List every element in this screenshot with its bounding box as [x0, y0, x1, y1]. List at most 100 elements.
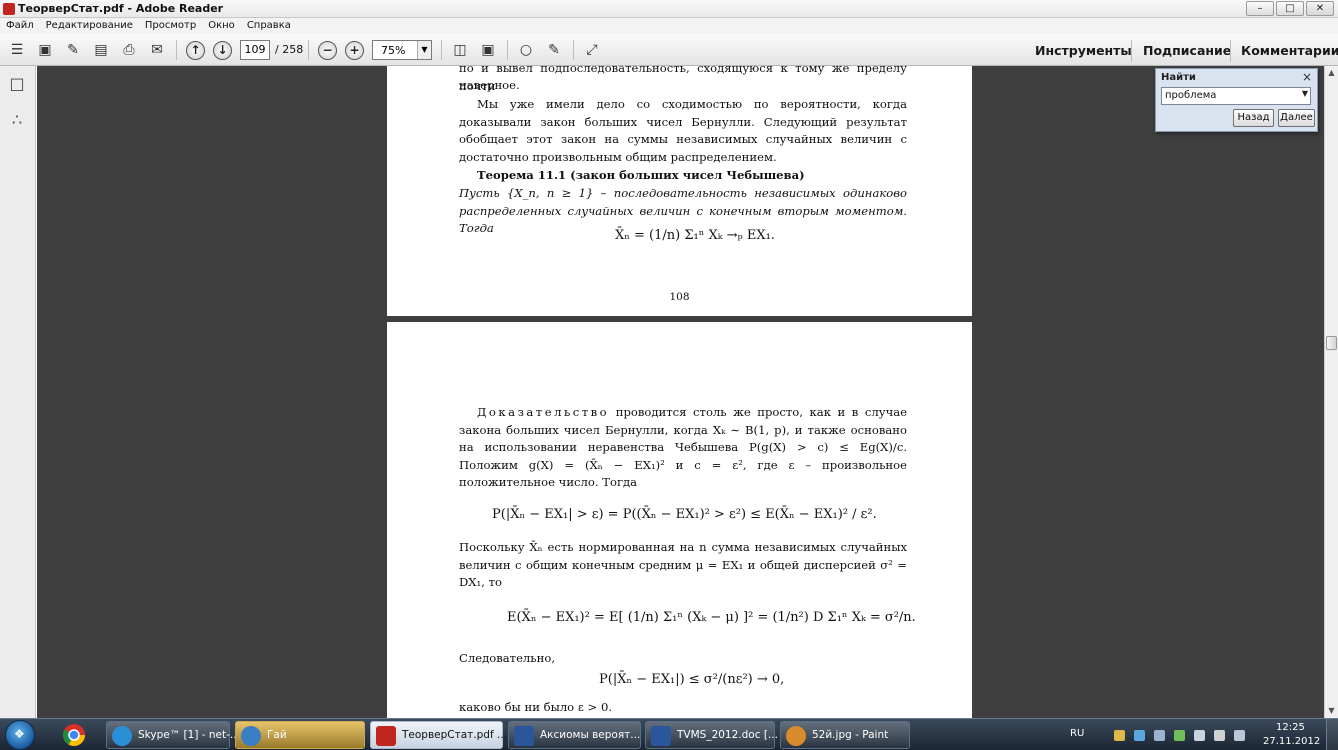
tab-comments[interactable]: Комментарии	[1241, 43, 1338, 58]
tray-app-icon[interactable]	[1114, 730, 1125, 741]
close-icon[interactable]: ×	[1302, 70, 1312, 84]
taskbar: ❖ Skype™ [1] - net-... Гай ТеорверСтат.p…	[0, 718, 1338, 750]
navigation-pane: □ ∴	[0, 66, 36, 718]
previous-page-button[interactable]: ↑	[186, 41, 205, 60]
text-line: наверное.	[459, 78, 520, 92]
chrome-logo-icon	[63, 724, 85, 746]
chat-icon	[241, 726, 261, 746]
find-panel: Найти × проблема ▼ Назад Далее	[1155, 68, 1318, 132]
chevron-down-icon[interactable]: ▼	[1302, 89, 1308, 98]
toolbar: ☰ ▣ ✎ ▤ ⎙ ✉ ↑ ↓ − + ◫ ▣ ○ ✎ ⤢	[0, 34, 1338, 66]
clock-date[interactable]: 27.11.2012	[1263, 736, 1320, 747]
create-pdf-icon[interactable]: ☰	[6, 40, 28, 60]
minimize-button[interactable]: –	[1246, 1, 1274, 16]
scroll-mode-icon[interactable]: ◫	[449, 40, 471, 60]
show-desktop-button[interactable]	[1326, 719, 1338, 750]
tab-tools[interactable]: Инструменты	[1035, 43, 1132, 58]
toolbar-divider	[1131, 40, 1132, 62]
toolbar-divider	[441, 40, 442, 60]
word-icon	[651, 726, 671, 746]
toolbar-divider	[507, 40, 508, 60]
page-thumbnails-icon[interactable]: □	[8, 74, 26, 94]
tray-app-icon[interactable]	[1174, 730, 1185, 741]
taskbar-paint[interactable]: 52й.jpg - Paint	[780, 721, 910, 749]
combine-files-icon[interactable]: ▣	[34, 40, 56, 60]
adobe-reader-window: ТеорверСтат.pdf - Adobe Reader – □ ✕ Фай…	[0, 0, 1338, 750]
language-indicator[interactable]: RU	[1070, 728, 1084, 739]
tray-app-icon[interactable]	[1154, 730, 1165, 741]
scroll-up-icon[interactable]: ▲	[1325, 66, 1338, 80]
paint-icon	[786, 726, 806, 746]
volume-icon[interactable]	[1234, 730, 1245, 741]
paragraph: Доказательство проводится столь же прост…	[459, 404, 907, 492]
tray-app-icon[interactable]	[1194, 730, 1205, 741]
page-number-input[interactable]: 109	[240, 40, 270, 60]
formula: E(X̄ₙ − EX₁)² = E[ (1/n) Σ₁ⁿ (Xₖ − μ) ]²…	[507, 610, 916, 625]
document-view[interactable]: по и вывел подпоследовательность, сходящ…	[37, 66, 1324, 718]
start-button[interactable]: ❖	[5, 720, 35, 750]
clock-time[interactable]: 12:25	[1276, 722, 1305, 733]
toolbar-divider	[1230, 40, 1231, 62]
scroll-down-icon[interactable]: ▼	[1325, 704, 1338, 718]
zoom-out-button[interactable]: −	[318, 41, 337, 60]
taskbar-word-doc-2[interactable]: TVMS_2012.doc [...	[645, 721, 778, 749]
formula: P(|X̄ₙ − EX₁|) ≤ σ²/(nε²) → 0,	[599, 672, 785, 687]
paragraph: Следовательно,	[459, 651, 555, 665]
vertical-scrollbar[interactable]: ▲ ▼	[1324, 66, 1338, 718]
menu-file[interactable]: Файл	[0, 18, 40, 34]
taskbar-label: ТеорверСтат.pdf ...	[402, 729, 507, 741]
menu-edit[interactable]: Редактирование	[40, 18, 139, 34]
find-previous-button[interactable]: Назад	[1233, 109, 1274, 127]
tray-skype-icon[interactable]	[1134, 730, 1145, 741]
maximize-button[interactable]: □	[1276, 1, 1304, 16]
word-icon	[514, 726, 534, 746]
toolbar-divider	[308, 40, 309, 60]
title-bar: ТеорверСтат.pdf - Adobe Reader – □ ✕	[0, 0, 1338, 18]
zoom-select[interactable]: 75% ▼	[372, 40, 432, 60]
edit-pdf-icon[interactable]: ✎	[62, 40, 84, 60]
menu-help[interactable]: Справка	[241, 18, 297, 34]
chevron-down-icon[interactable]: ▼	[417, 41, 431, 59]
next-page-button[interactable]: ↓	[213, 41, 232, 60]
proof-word: Доказательство	[477, 405, 610, 419]
paragraph: Поскольку X̄ₙ есть нормированная на n су…	[459, 540, 907, 589]
network-icon[interactable]	[1214, 730, 1225, 741]
chrome-icon[interactable]	[55, 722, 99, 749]
taskbar-label: Гай	[267, 729, 287, 741]
window-title: ТеорверСтат.pdf - Adobe Reader	[18, 2, 224, 15]
search-input[interactable]: проблема ▼	[1161, 87, 1311, 105]
zoom-value: 75%	[381, 44, 406, 57]
theorem-title: Теорема 11.1 (закон больших чисел Чебыше…	[477, 168, 805, 182]
highlight-icon[interactable]: ✎	[543, 40, 565, 60]
save-icon[interactable]: ▤	[90, 40, 112, 60]
taskbar-skype[interactable]: Skype™ [1] - net-...	[106, 721, 240, 749]
taskbar-gai[interactable]: Гай	[235, 721, 365, 749]
pdf-page-108: по и вывел подпоследовательность, сходящ…	[387, 66, 972, 316]
full-screen-icon[interactable]: ⤢	[581, 40, 603, 60]
pdf-icon	[376, 726, 396, 746]
taskbar-label: Аксиомы вероят...	[540, 729, 641, 741]
print-icon[interactable]: ⎙	[118, 40, 140, 60]
zoom-in-button[interactable]: +	[345, 41, 364, 60]
menu-view[interactable]: Просмотр	[139, 18, 202, 34]
taskbar-word-doc-1[interactable]: Аксиомы вероят...	[508, 721, 641, 749]
pdf-page-109: Доказательство проводится столь же прост…	[387, 322, 972, 718]
comment-icon[interactable]: ○	[515, 40, 537, 60]
taskbar-adobe-reader[interactable]: ТеорверСтат.pdf ...	[370, 721, 507, 749]
tab-sign[interactable]: Подписание	[1143, 43, 1231, 58]
formula: X̄ₙ = (1/n) Σ₁ⁿ Xₖ →ₚ EX₁.	[615, 228, 775, 243]
search-query: проблема	[1165, 90, 1217, 101]
email-icon[interactable]: ✉	[146, 40, 168, 60]
menu-window[interactable]: Окно	[202, 18, 241, 34]
fit-page-icon[interactable]: ▣	[477, 40, 499, 60]
toolbar-divider	[573, 40, 574, 60]
find-next-button[interactable]: Далее	[1278, 109, 1315, 127]
menu-bar: Файл Редактирование Просмотр Окно Справк…	[0, 18, 1338, 34]
scroll-thumb[interactable]	[1326, 336, 1337, 350]
toolbar-divider	[176, 40, 177, 60]
adobe-reader-icon	[3, 3, 15, 15]
close-button[interactable]: ✕	[1306, 1, 1334, 16]
attachments-icon[interactable]: ∴	[8, 110, 26, 130]
taskbar-label: 52й.jpg - Paint	[812, 729, 889, 741]
formula: P(|X̄ₙ − EX₁| > ε) = P((X̄ₙ − EX₁)² > ε²…	[492, 507, 877, 522]
